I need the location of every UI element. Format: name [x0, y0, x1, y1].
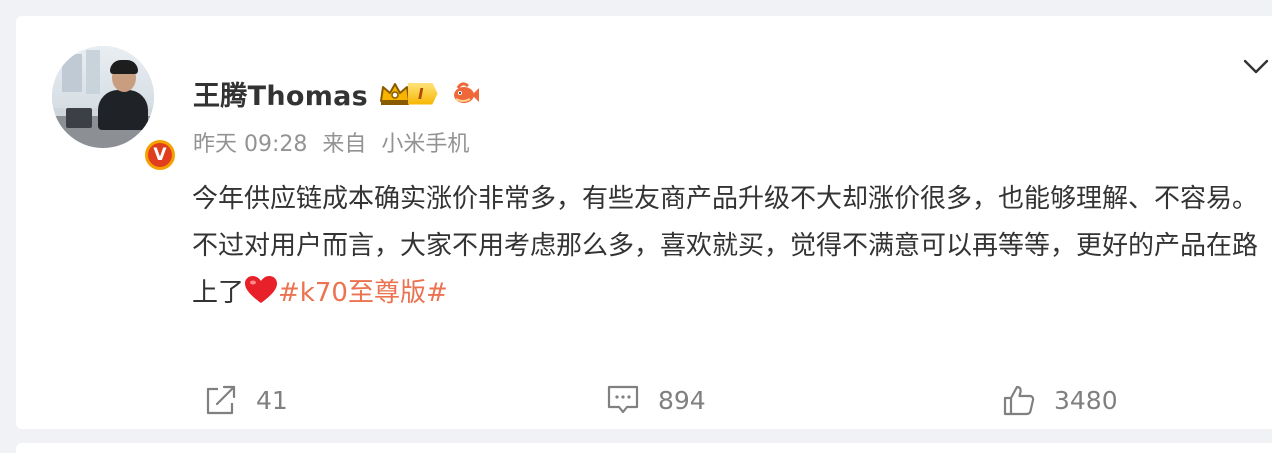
author-name[interactable]: 王腾Thomas	[193, 74, 368, 113]
post-content: 今年供应链成本确实涨价非常多，有些友商产品升级不大却涨价很多，也能够理解、不容易…	[192, 176, 1262, 317]
like-button[interactable]: 3480	[1002, 384, 1118, 416]
source-prefix: 来自	[322, 132, 367, 157]
next-card-edge	[16, 443, 1272, 453]
post-text-line1: 今年供应链成本确实涨价非常多，有些友商产品升级不大却涨价很多，也能够理解、不容易…	[192, 184, 1259, 214]
member-level: I	[408, 82, 438, 105]
action-bar: 41 894 3480	[16, 384, 1272, 424]
hashtag-link[interactable]: #k70至尊版#	[278, 278, 448, 308]
post-time[interactable]: 昨天 09:28	[193, 132, 307, 157]
share-icon	[206, 385, 236, 415]
post-text-line2-wrapper: 不过对用户而言，大家不用考虑那么多，喜欢就买，觉得不满意可以再等等，更好的产品在…	[192, 223, 1262, 317]
member-level-badge[interactable]: I	[378, 81, 438, 107]
post-meta: 昨天 09:28 来自 小米手机	[193, 126, 477, 158]
fish-icon[interactable]	[450, 80, 480, 108]
comment-icon	[607, 385, 639, 414]
repost-count: 41	[256, 385, 288, 415]
like-count: 3480	[1054, 385, 1118, 415]
comment-count: 894	[658, 385, 706, 415]
verified-badge-icon: V	[143, 138, 177, 172]
heart-emoji-icon	[245, 276, 278, 303]
chevron-down-icon[interactable]	[1243, 58, 1269, 76]
avatar[interactable]	[52, 46, 154, 148]
author-row: 王腾Thomas I	[193, 74, 480, 113]
comment-button[interactable]: 894	[606, 384, 706, 416]
repost-button[interactable]: 41	[204, 384, 288, 416]
weibo-post-card: V 王腾Thomas I 昨天 09:28 来自 小米手机 今年供应链成本确实涨…	[16, 16, 1272, 429]
verified-mark: V	[148, 143, 172, 167]
like-icon	[1003, 385, 1035, 416]
crown-icon	[380, 82, 411, 105]
post-source: 小米手机	[381, 132, 470, 157]
